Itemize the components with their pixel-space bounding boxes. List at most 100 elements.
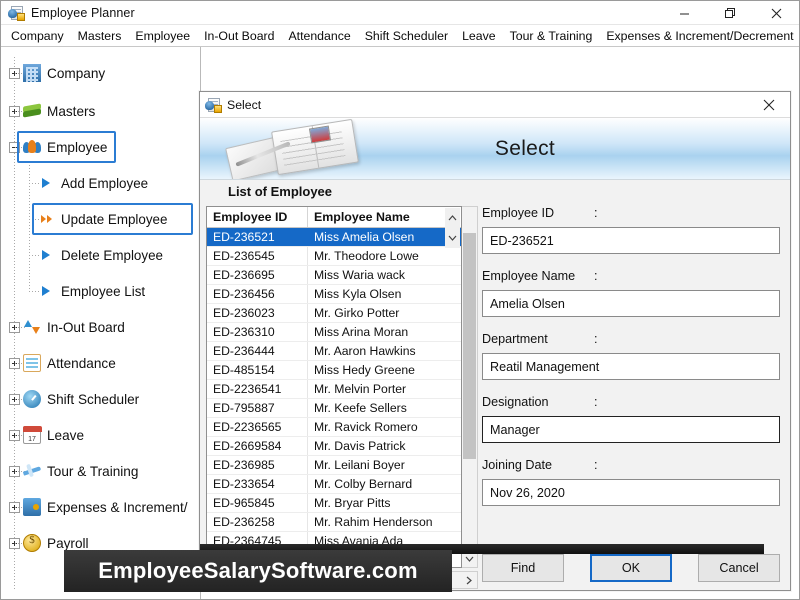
arrow-orange-icon: [37, 210, 55, 228]
scroll-up-icon[interactable]: [445, 208, 460, 228]
menu-item-attendance[interactable]: Attendance: [281, 27, 357, 45]
cell-employee-id: ED-485154: [207, 361, 308, 379]
sidebar-item-label: Update Employee: [61, 211, 168, 227]
menu-item-expenses[interactable]: Expenses & Increment/Decrement: [599, 27, 799, 45]
sidebar-item-expenses[interactable]: Expenses & Increment/: [1, 489, 200, 525]
field-group-department: Department : Reatil Management: [482, 332, 780, 380]
attendance-icon: [23, 354, 41, 372]
input-joining-date[interactable]: Nov 26, 2020: [482, 479, 780, 506]
sidebar-item-update-employee[interactable]: Update Employee: [1, 201, 200, 237]
close-icon[interactable]: [753, 1, 799, 25]
dialog-close-icon[interactable]: [748, 92, 790, 118]
dialog-button-row: Find OK Cancel: [482, 554, 780, 582]
company-icon: [23, 64, 41, 82]
calendar-icon: [22, 425, 42, 444]
window-controls: [661, 1, 799, 25]
sidebar-item-tour-training[interactable]: Tour & Training: [1, 453, 200, 489]
table-row[interactable]: ED-236258 Mr. Rahim Henderson: [207, 513, 461, 532]
cell-employee-id: ED-2236541: [207, 380, 308, 398]
table-row[interactable]: ED-2236565 Mr. Ravick Romero: [207, 418, 461, 437]
sidebar-item-label: Employee: [47, 139, 108, 155]
scroll-down-icon[interactable]: [445, 228, 460, 248]
cell-employee-name: Mr. Aaron Hawkins: [314, 344, 416, 358]
table-row[interactable]: ED-236545 Mr. Theodore Lowe: [207, 247, 461, 266]
table-row[interactable]: ED-236444 Mr. Aaron Hawkins: [207, 342, 461, 361]
input-employee-id[interactable]: ED-236521: [482, 227, 780, 254]
menu-item-employee[interactable]: Employee: [128, 27, 197, 45]
table-row[interactable]: ED-236310 Miss Arina Moran: [207, 323, 461, 342]
ok-button[interactable]: OK: [589, 554, 673, 582]
sidebar-item-label: Attendance: [47, 355, 116, 371]
table-row[interactable]: ED-795887 Mr. Keefe Sellers: [207, 399, 461, 418]
label-designation: Designation :: [482, 395, 598, 409]
window-title: Employee Planner: [31, 5, 135, 20]
sidebar-item-employee[interactable]: Employee: [1, 129, 200, 165]
minimize-icon[interactable]: [661, 1, 707, 25]
scroll-right-icon[interactable]: [460, 572, 477, 588]
menu-item-tour-training[interactable]: Tour & Training: [503, 27, 600, 45]
menu-item-company[interactable]: Company: [4, 27, 71, 45]
arrow-blue-icon: [37, 282, 55, 300]
list-vertical-scrollbar[interactable]: [462, 206, 478, 568]
table-row[interactable]: ED-236695 Miss Waria wack: [207, 266, 461, 285]
find-button[interactable]: Find: [482, 554, 564, 582]
cell-employee-name: Miss Hedy Greene: [314, 363, 415, 377]
main-window: Employee Planner Company Masters Employe…: [0, 0, 800, 600]
cell-employee-id: ED-236456: [207, 285, 308, 303]
cell-employee-id: ED-236310: [207, 323, 308, 341]
sidebar-item-leave[interactable]: Leave: [1, 417, 200, 453]
scrollbar-thumb[interactable]: [463, 233, 476, 459]
table-row[interactable]: ED-236985 Mr. Leilani Boyer: [207, 456, 461, 475]
sidebar-item-attendance[interactable]: Attendance: [1, 345, 200, 381]
watermark-banner: EmployeeSalarySoftware.com: [64, 550, 452, 592]
cell-employee-id: ED-2236565: [207, 418, 308, 436]
input-employee-name[interactable]: Amelia Olsen: [482, 290, 780, 317]
sidebar-item-masters[interactable]: Masters: [1, 93, 200, 129]
cell-employee-name: Mr. Girko Potter: [314, 306, 400, 320]
menu-item-shift-scheduler[interactable]: Shift Scheduler: [358, 27, 455, 45]
cell-employee-name: Mr. Leilani Boyer: [314, 458, 405, 472]
table-row[interactable]: ED-236023 Mr. Girko Potter: [207, 304, 461, 323]
sidebar-item-delete-employee[interactable]: Delete Employee: [1, 237, 200, 273]
sidebar-item-label: Shift Scheduler: [47, 391, 140, 407]
table-row[interactable]: ED-965845 Mr. Bryar Pitts: [207, 494, 461, 513]
menu-item-leave[interactable]: Leave: [455, 27, 503, 45]
sidebar-item-add-employee[interactable]: Add Employee: [1, 165, 200, 201]
in-out-icon: [23, 318, 41, 336]
column-header-employee-name[interactable]: Employee Name: [308, 207, 461, 227]
sidebar-item-label: Expenses & Increment/: [47, 499, 188, 515]
table-row[interactable]: ED-2236541 Mr. Melvin Porter: [207, 380, 461, 399]
sidebar-item-shift-scheduler[interactable]: Shift Scheduler: [1, 381, 200, 417]
cell-employee-name: Mr. Bryar Pitts: [314, 496, 391, 510]
column-header-employee-id[interactable]: Employee ID: [207, 207, 308, 227]
watermark-text: EmployeeSalarySoftware.com: [98, 558, 418, 583]
cell-employee-id: ED-236695: [207, 266, 308, 284]
table-header-row: Employee ID Employee Name: [207, 207, 461, 228]
dialog-banner: Select: [200, 118, 790, 180]
field-group-designation: Designation : Manager: [482, 395, 780, 443]
coin-icon: [23, 534, 41, 552]
sidebar-item-label: Employee List: [61, 283, 146, 299]
table-row[interactable]: ED-233654 Mr. Colby Bernard: [207, 475, 461, 494]
cell-employee-name: Mr. Melvin Porter: [314, 382, 407, 396]
restore-icon[interactable]: [707, 1, 753, 25]
navigation-tree: Company Masters Employee Add Employee Up…: [1, 47, 201, 599]
sidebar-item-employee-list[interactable]: Employee List: [1, 273, 200, 309]
sidebar-item-label: In-Out Board: [47, 319, 125, 335]
sidebar-item-in-out-board[interactable]: In-Out Board: [1, 309, 200, 345]
table-body[interactable]: ED-236521 Miss Amelia Olsen ED-236545 Mr. T…: [207, 228, 461, 567]
table-row[interactable]: ED-236521 Miss Amelia Olsen: [207, 228, 461, 247]
sidebar-item-company[interactable]: Company: [1, 53, 200, 93]
table-row[interactable]: ED-485154 Miss Hedy Greene: [207, 361, 461, 380]
menu-item-masters[interactable]: Masters: [71, 27, 129, 45]
cancel-button[interactable]: Cancel: [698, 554, 780, 582]
label-department: Department :: [482, 332, 598, 346]
table-row[interactable]: ED-2669584 Mr. Davis Patrick: [207, 437, 461, 456]
cell-employee-name: Mr. Rahim Henderson: [314, 515, 433, 529]
table-row[interactable]: ED-236456 Miss Kyla Olsen: [207, 285, 461, 304]
input-designation[interactable]: Manager: [482, 416, 780, 443]
field-group-employee-name: Employee Name : Amelia Olsen: [482, 269, 780, 317]
sidebar-item-label: Payroll: [47, 535, 89, 551]
input-department[interactable]: Reatil Management: [482, 353, 780, 380]
menu-item-in-out-board[interactable]: In-Out Board: [197, 27, 281, 45]
